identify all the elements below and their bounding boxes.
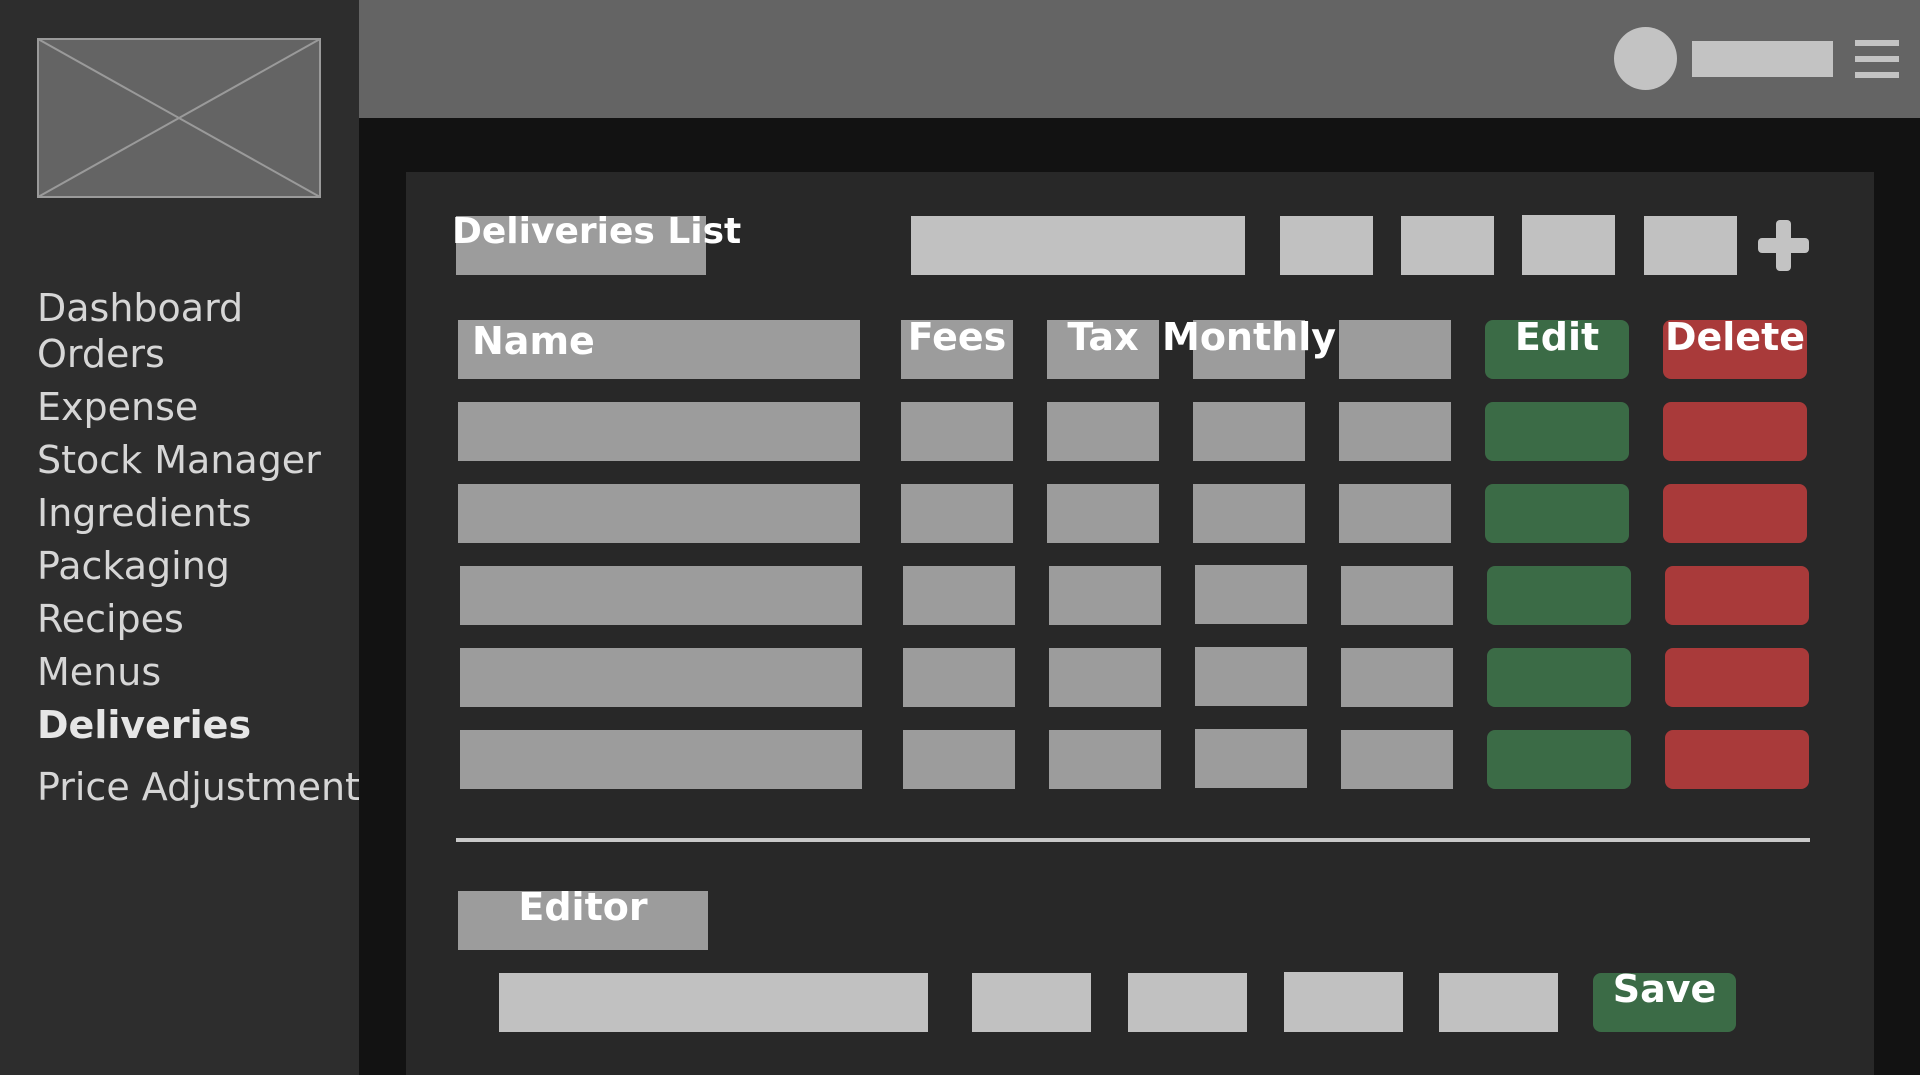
filter-input-4[interactable] — [1644, 216, 1737, 275]
filter-input-2[interactable] — [1401, 216, 1494, 275]
row-fees-cell — [901, 484, 1013, 543]
row-tax-cell — [1047, 484, 1159, 543]
sidebar-item-price-adjustment[interactable]: Price Adjustment — [37, 764, 360, 810]
editor-tax-input[interactable] — [1128, 973, 1247, 1032]
row-tax-cell — [1047, 402, 1159, 461]
avatar-icon[interactable] — [1614, 27, 1677, 90]
row-monthly-cell — [1193, 484, 1305, 543]
username-placeholder[interactable] — [1692, 41, 1833, 77]
sidebar-item-ingredients[interactable]: Ingredients — [37, 490, 251, 536]
edit-button[interactable] — [1487, 566, 1631, 625]
editor-name-input[interactable] — [499, 973, 928, 1032]
sidebar-item-menus[interactable]: Menus — [37, 649, 161, 695]
edit-button[interactable] — [1487, 730, 1631, 789]
sidebar-item-stock-manager[interactable]: Stock Manager — [37, 437, 321, 483]
row-fees-cell — [901, 402, 1013, 461]
row-fees-cell — [903, 648, 1015, 707]
header-edit: Edit — [1514, 315, 1600, 359]
row-name-cell — [460, 730, 862, 789]
row-extra-cell — [1341, 648, 1453, 707]
section-divider — [456, 838, 1810, 842]
sidebar: Dashboard Orders Expense Stock Manager I… — [0, 0, 360, 1075]
header-extra-cell — [1339, 320, 1451, 379]
header-name: Name — [472, 319, 595, 363]
row-tax-cell — [1049, 730, 1161, 789]
image-placeholder-icon — [37, 38, 321, 198]
search-input[interactable] — [911, 216, 1245, 275]
row-tax-cell — [1049, 566, 1161, 625]
sidebar-item-packaging[interactable]: Packaging — [37, 543, 230, 589]
row-extra-cell — [1339, 402, 1451, 461]
hamburger-menu-icon[interactable] — [1855, 40, 1899, 78]
edit-button[interactable] — [1485, 402, 1629, 461]
header-tax: Tax — [1067, 315, 1139, 359]
delete-button[interactable] — [1663, 484, 1807, 543]
row-name-cell — [460, 566, 862, 625]
row-extra-cell — [1341, 566, 1453, 625]
row-monthly-cell — [1195, 647, 1307, 706]
editor-fees-input[interactable] — [972, 973, 1091, 1032]
sidebar-item-recipes[interactable]: Recipes — [37, 596, 184, 642]
page-title: Deliveries List — [452, 211, 742, 252]
editor-extra-input[interactable] — [1439, 973, 1558, 1032]
edit-button[interactable] — [1487, 648, 1631, 707]
save-button-label: Save — [1612, 967, 1717, 1011]
row-extra-cell — [1341, 730, 1453, 789]
filter-input-3[interactable] — [1522, 215, 1615, 275]
row-monthly-cell — [1195, 565, 1307, 624]
row-fees-cell — [903, 566, 1015, 625]
row-name-cell — [458, 402, 860, 461]
row-monthly-cell — [1195, 729, 1307, 788]
delete-button[interactable] — [1665, 566, 1809, 625]
delete-button[interactable] — [1665, 648, 1809, 707]
row-fees-cell — [903, 730, 1015, 789]
editor-monthly-input[interactable] — [1284, 972, 1403, 1032]
header-monthly: Monthly — [1162, 315, 1336, 359]
sidebar-item-deliveries[interactable]: Deliveries — [37, 702, 251, 748]
filter-input-1[interactable] — [1280, 216, 1373, 275]
row-tax-cell — [1049, 648, 1161, 707]
plus-icon[interactable] — [1758, 220, 1809, 271]
sidebar-item-expense[interactable]: Expense — [37, 384, 198, 430]
sidebar-item-dashboard[interactable]: Dashboard — [37, 285, 243, 331]
delete-button[interactable] — [1665, 730, 1809, 789]
row-extra-cell — [1339, 484, 1451, 543]
row-monthly-cell — [1193, 402, 1305, 461]
header-delete: Delete — [1664, 315, 1806, 359]
delete-button[interactable] — [1663, 402, 1807, 461]
row-name-cell — [460, 648, 862, 707]
edit-button[interactable] — [1485, 484, 1629, 543]
header-fees: Fees — [907, 315, 1007, 359]
sidebar-item-orders[interactable]: Orders — [37, 331, 165, 377]
editor-title: Editor — [518, 885, 648, 929]
top-bar — [359, 0, 1920, 118]
row-name-cell — [458, 484, 860, 543]
